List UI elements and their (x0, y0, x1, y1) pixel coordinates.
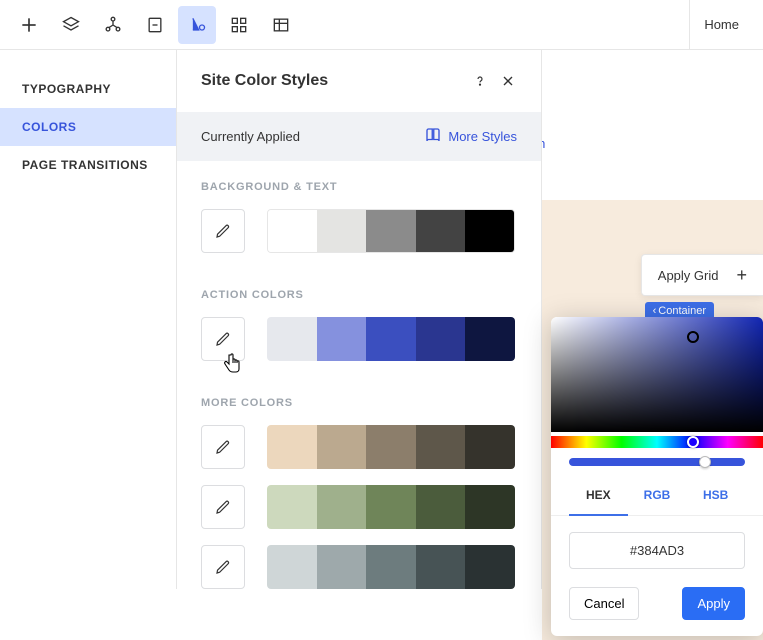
tab-hsb[interactable]: HSB (686, 478, 745, 515)
swatch[interactable] (317, 425, 367, 469)
more3-swatches[interactable] (267, 545, 515, 589)
design-button[interactable] (178, 6, 216, 44)
sidebar-item-page-transitions[interactable]: PAGE TRANSITIONS (0, 146, 176, 184)
sv-thumb[interactable] (687, 331, 699, 343)
structure-button[interactable] (94, 6, 132, 44)
swatch[interactable] (366, 485, 416, 529)
swatch[interactable] (416, 210, 465, 252)
swatch[interactable] (366, 425, 416, 469)
swatch[interactable] (416, 425, 466, 469)
color-picker: HEX RGB HSB Cancel Apply (551, 317, 763, 636)
hue-thumb[interactable] (687, 436, 699, 448)
apply-grid-label: Apply Grid (658, 268, 719, 283)
swatch[interactable] (267, 317, 317, 361)
swatch[interactable] (317, 545, 367, 589)
container-badge-label: Container (658, 305, 706, 317)
book-icon (424, 126, 442, 147)
saturation-value-area[interactable] (551, 317, 763, 432)
section-label-more: MORE COLORS (201, 397, 517, 409)
more1-swatches[interactable] (267, 425, 515, 469)
swatch[interactable] (465, 425, 515, 469)
hue-slider[interactable] (551, 436, 763, 448)
design-sidebar: TYPOGRAPHY COLORS PAGE TRANSITIONS (0, 50, 176, 589)
apply-button[interactable]: Apply (682, 587, 745, 620)
swatch[interactable] (267, 485, 317, 529)
add-button[interactable] (10, 6, 48, 44)
plus-icon[interactable]: + (736, 266, 747, 284)
swatch[interactable] (268, 210, 317, 252)
swatch[interactable] (366, 545, 416, 589)
swatch[interactable] (416, 485, 466, 529)
bg-text-swatches[interactable] (267, 209, 515, 253)
swatch[interactable] (317, 317, 367, 361)
edit-more2-button[interactable] (201, 485, 245, 529)
currently-applied-label: Currently Applied (201, 129, 300, 144)
tab-rgb[interactable]: RGB (628, 478, 687, 515)
color-styles-panel: Site Color Styles Currently Applied More… (176, 50, 542, 589)
grid-button[interactable] (220, 6, 258, 44)
chevron-left-icon: ‹ (653, 305, 657, 317)
swatch[interactable] (416, 545, 466, 589)
more2-swatches[interactable] (267, 485, 515, 529)
swatch[interactable] (416, 317, 466, 361)
layers-button[interactable] (52, 6, 90, 44)
top-toolbar: Home (0, 0, 763, 50)
cancel-button[interactable]: Cancel (569, 587, 639, 620)
alpha-slider[interactable] (569, 458, 745, 466)
swatch[interactable] (465, 210, 514, 252)
home-link[interactable]: Home (689, 0, 753, 50)
action-swatches[interactable] (267, 317, 515, 361)
edit-bg-text-button[interactable] (201, 209, 245, 253)
tab-hex[interactable]: HEX (569, 478, 628, 516)
swatch[interactable] (267, 425, 317, 469)
section-label-action: ACTION COLORS (201, 289, 517, 301)
swatch[interactable] (366, 317, 416, 361)
list-button[interactable] (262, 6, 300, 44)
edit-more1-button[interactable] (201, 425, 245, 469)
page-button[interactable] (136, 6, 174, 44)
edit-more3-button[interactable] (201, 545, 245, 589)
sidebar-item-colors[interactable]: COLORS (0, 108, 176, 146)
close-icon[interactable] (499, 72, 517, 90)
help-icon[interactable] (471, 72, 489, 90)
more-styles-link[interactable]: More Styles (424, 126, 517, 147)
edit-action-colors-button[interactable] (201, 317, 245, 361)
hex-input[interactable] (569, 532, 745, 569)
section-label-bg-text: BACKGROUND & TEXT (201, 181, 517, 193)
cursor-hand-icon (223, 352, 243, 379)
alpha-thumb[interactable] (699, 456, 711, 468)
swatch[interactable] (267, 545, 317, 589)
swatch[interactable] (465, 545, 515, 589)
panel-title: Site Color Styles (201, 72, 461, 90)
more-styles-label: More Styles (448, 129, 517, 144)
swatch[interactable] (465, 485, 515, 529)
swatch[interactable] (317, 485, 367, 529)
apply-grid-bar[interactable]: Apply Grid + (641, 254, 763, 296)
swatch[interactable] (465, 317, 515, 361)
sidebar-item-typography[interactable]: TYPOGRAPHY (0, 70, 176, 108)
swatch[interactable] (317, 210, 366, 252)
swatch[interactable] (366, 210, 415, 252)
